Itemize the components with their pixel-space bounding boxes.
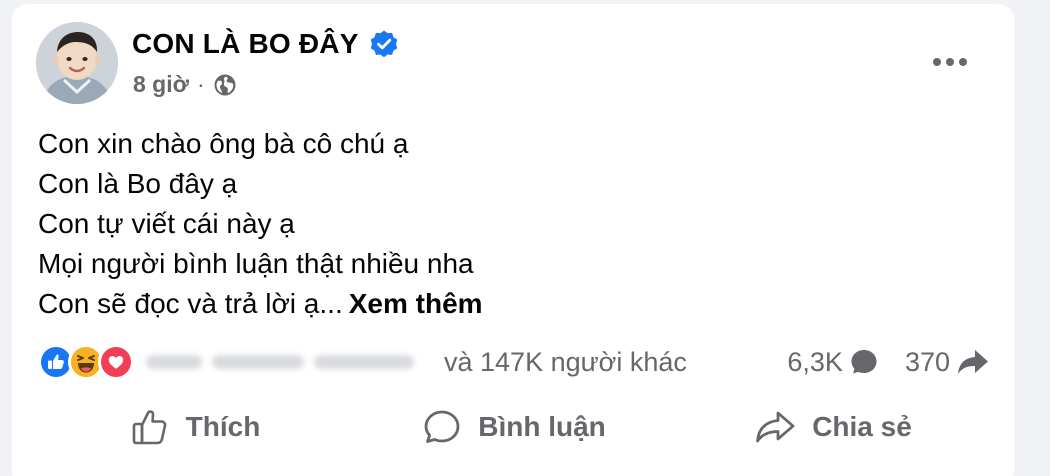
avatar-photo <box>36 22 118 104</box>
reactions-summary: và 147K người khác 6,3K 370 <box>38 340 990 384</box>
more-options-button[interactable] <box>926 44 974 80</box>
comment-bubble-icon <box>851 350 877 374</box>
author-avatar[interactable] <box>36 22 118 104</box>
like-label: Thích <box>185 411 261 442</box>
author-name[interactable]: CON LÀ BO ĐÂY <box>132 28 359 60</box>
post-line-5-text: Con sẽ đọc và trả lời ạ... <box>38 288 343 319</box>
meta-separator: · <box>196 71 205 97</box>
reactor-names-blurred <box>146 347 430 377</box>
post-meta: 8 giờ · <box>133 71 237 98</box>
post-line-3: Con tự viết cái này ạ <box>38 208 295 239</box>
post-line-1: Con xin chào ông bà cô chú ạ <box>38 128 409 159</box>
reactions-others-text[interactable]: và 147K người khác <box>444 347 687 378</box>
more-options-icon <box>933 58 967 66</box>
engagement-counts: 6,3K 370 <box>787 347 990 378</box>
post-time[interactable]: 8 giờ <box>133 71 189 98</box>
post-line-4: Mọi người bình luận thật nhiều nha <box>38 248 474 279</box>
post-line-2: Con là Bo đây ạ <box>38 168 238 199</box>
post-actions: Thích Bình luận Chia sẻ <box>38 396 990 458</box>
like-button[interactable]: Thích <box>38 399 352 455</box>
post-body: Con xin chào ông bà cô chú ạ Con là Bo đ… <box>38 124 483 324</box>
love-reaction-icon[interactable] <box>98 344 134 380</box>
see-more-link[interactable]: Xem thêm <box>349 288 483 319</box>
shares-count[interactable]: 370 <box>905 347 990 378</box>
comment-button[interactable]: Bình luận <box>357 399 671 455</box>
share-arrow-icon <box>958 350 988 374</box>
like-icon <box>132 410 167 445</box>
share-label: Chia sẻ <box>812 411 912 442</box>
comments-count-value: 6,3K <box>787 346 843 377</box>
share-icon <box>756 411 795 443</box>
shares-count-value: 370 <box>904 346 950 377</box>
author-name-row: CON LÀ BO ĐÂY <box>132 28 399 60</box>
verified-badge-icon <box>369 29 399 59</box>
post-line-5: Con sẽ đọc và trả lời ạ... Xem thêm <box>38 284 483 324</box>
share-button[interactable]: Chia sẻ <box>676 399 990 455</box>
globe-icon[interactable] <box>213 73 237 97</box>
comments-count[interactable]: 6,3K <box>787 347 879 378</box>
post-card: CON LÀ BO ĐÂY 8 giờ · Con xin chào ông b… <box>12 4 1014 476</box>
comment-icon <box>424 410 460 443</box>
comment-label: Bình luận <box>478 411 606 442</box>
